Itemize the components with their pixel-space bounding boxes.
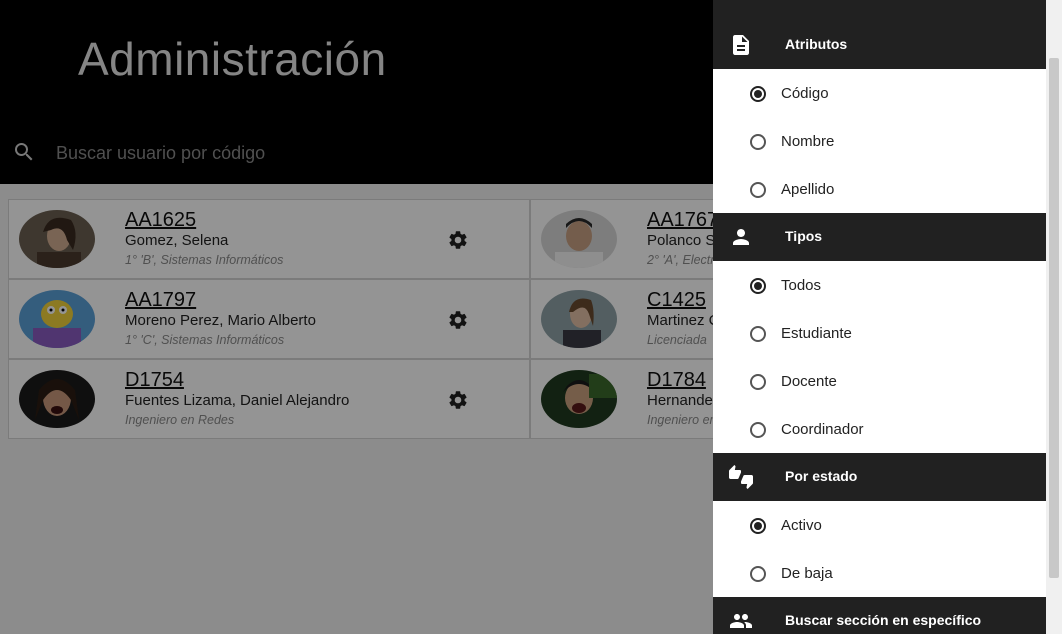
radio-label: Coordinador bbox=[781, 421, 864, 438]
group-icon bbox=[730, 614, 752, 628]
scrollbar-thumb[interactable] bbox=[1049, 58, 1059, 578]
radio-label: Todos bbox=[781, 277, 822, 294]
radio-label: Código bbox=[781, 85, 829, 102]
radio-label: Nombre bbox=[781, 133, 835, 150]
radio-button[interactable] bbox=[750, 566, 766, 582]
radio-button[interactable] bbox=[750, 374, 766, 390]
panel-top-bar bbox=[713, 0, 1046, 21]
radio-button[interactable] bbox=[750, 518, 766, 534]
radio-option-codigo[interactable]: Código bbox=[713, 69, 1046, 117]
section-title: Tipos bbox=[785, 228, 823, 244]
section-header-buscar-seccion[interactable]: Buscar sección en específico bbox=[713, 597, 1046, 634]
section-title: Buscar sección en específico bbox=[785, 612, 982, 628]
section-title: Por estado bbox=[785, 468, 858, 484]
filter-panel-content: Atributos Código Nombre Apellido Tipos T… bbox=[713, 0, 1046, 634]
radio-label: De baja bbox=[781, 565, 833, 582]
person-icon bbox=[733, 229, 749, 245]
radio-option-nombre[interactable]: Nombre bbox=[713, 117, 1046, 165]
radio-option-activo[interactable]: Activo bbox=[713, 501, 1046, 549]
radio-label: Apellido bbox=[781, 181, 835, 198]
section-header-tipos: Tipos bbox=[713, 213, 1046, 261]
thumbs-up-down-icon bbox=[729, 465, 753, 489]
panel-scrollbar[interactable] bbox=[1046, 0, 1062, 634]
radio-button[interactable] bbox=[750, 86, 766, 102]
radio-option-todos[interactable]: Todos bbox=[713, 261, 1046, 309]
radio-option-de-baja[interactable]: De baja bbox=[713, 549, 1046, 597]
section-header-atributos: Atributos bbox=[713, 21, 1046, 69]
section-title: Atributos bbox=[785, 36, 848, 52]
radio-button[interactable] bbox=[750, 422, 766, 438]
document-icon bbox=[733, 35, 749, 55]
filter-panel: Atributos Código Nombre Apellido Tipos T… bbox=[713, 0, 1062, 634]
radio-label: Docente bbox=[781, 373, 837, 390]
radio-button[interactable] bbox=[750, 326, 766, 342]
radio-button[interactable] bbox=[750, 278, 766, 294]
radio-option-coordinador[interactable]: Coordinador bbox=[713, 405, 1046, 453]
radio-option-apellido[interactable]: Apellido bbox=[713, 165, 1046, 213]
radio-label: Activo bbox=[781, 517, 822, 534]
radio-option-docente[interactable]: Docente bbox=[713, 357, 1046, 405]
radio-button[interactable] bbox=[750, 134, 766, 150]
radio-option-estudiante[interactable]: Estudiante bbox=[713, 309, 1046, 357]
radio-label: Estudiante bbox=[781, 325, 852, 342]
radio-button[interactable] bbox=[750, 182, 766, 198]
section-header-por-estado: Por estado bbox=[713, 453, 1046, 501]
